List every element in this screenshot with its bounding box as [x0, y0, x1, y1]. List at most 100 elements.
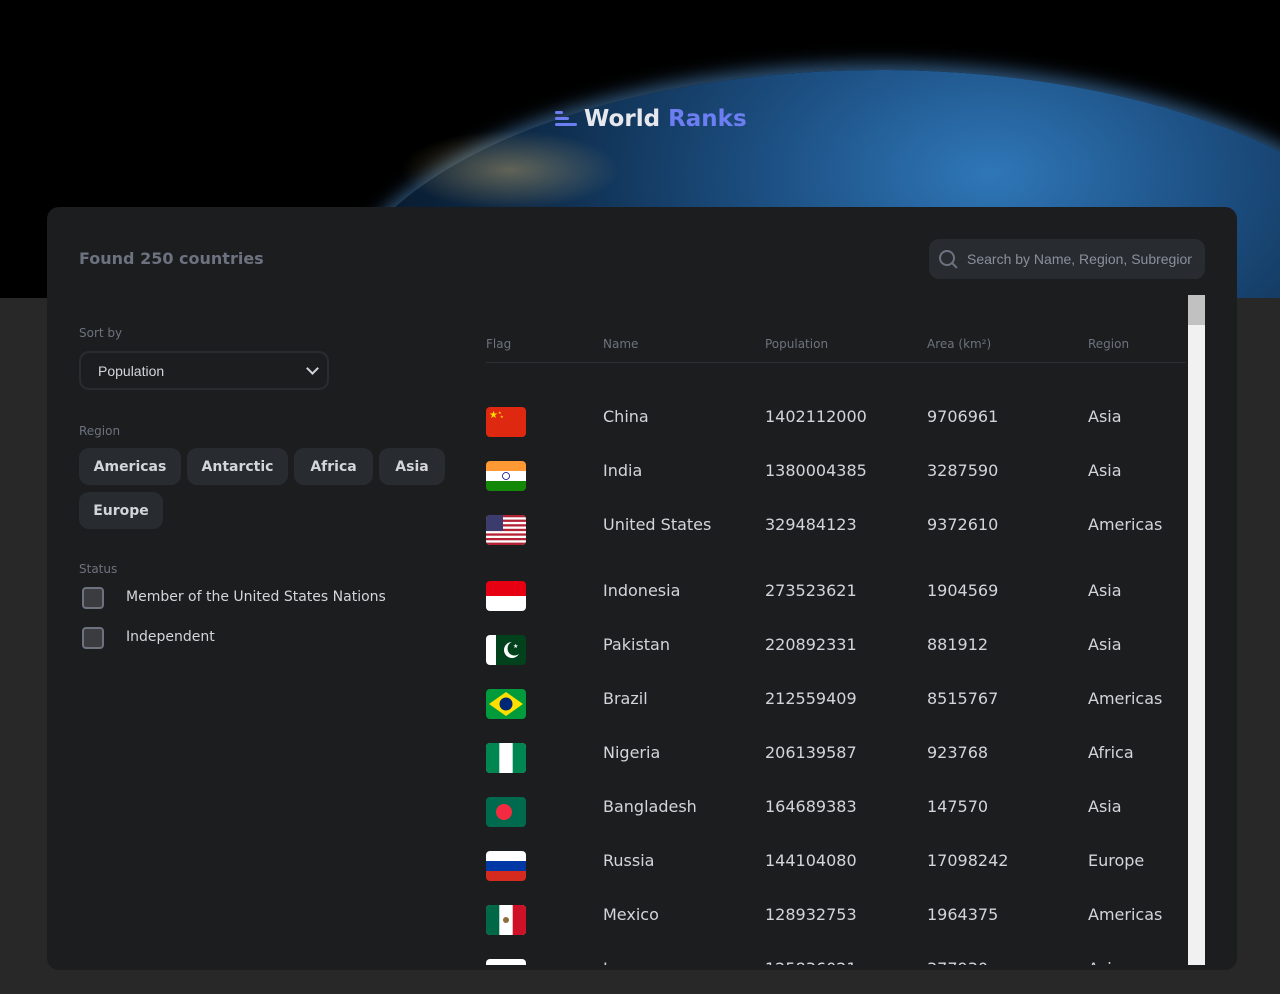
- logo-bars-icon: [555, 110, 577, 128]
- country-population: 144104080: [765, 851, 857, 870]
- svg-text:★: ★: [500, 414, 504, 419]
- table-row[interactable]: India 1380004385 3287590 Asia: [486, 459, 1186, 509]
- nigeria-flag-icon: [486, 743, 526, 773]
- country-name: Nigeria: [603, 743, 661, 762]
- indonesia-flag-icon: [486, 581, 526, 611]
- country-population: 125836021: [765, 957, 857, 965]
- country-area: 9706961: [927, 407, 999, 426]
- country-region: Europe: [1088, 851, 1145, 870]
- table-row[interactable]: Nigeria 206139587 923768 Africa: [486, 741, 1186, 791]
- table-row[interactable]: Bangladesh 164689383 147570 Asia: [486, 795, 1186, 845]
- country-region: Asia: [1088, 461, 1122, 480]
- country-name: Brazil: [603, 689, 648, 708]
- table-row[interactable]: ★ Pakistan 220892331 881912 Asia: [486, 633, 1186, 683]
- checkbox-un-member[interactable]: [82, 587, 104, 609]
- table-row[interactable]: ★ ★ ★ China 1402112000 9706961 Asia: [486, 405, 1186, 455]
- country-population: 220892331: [765, 635, 857, 654]
- country-region: Asia: [1088, 635, 1122, 654]
- app-title-part1: World: [584, 106, 661, 132]
- table-row[interactable]: Russia 144104080 17098242 Europe: [486, 849, 1186, 899]
- region-chip-europe[interactable]: Europe: [79, 492, 163, 529]
- country-name: United States: [603, 515, 712, 534]
- country-region: Africa: [1088, 743, 1134, 762]
- country-name: Indonesia: [603, 581, 681, 600]
- search-box[interactable]: [929, 239, 1205, 279]
- country-region: Asia: [1088, 581, 1122, 600]
- brazil-flag-icon: [486, 689, 526, 719]
- country-population: 128932753: [765, 905, 857, 924]
- country-name: Mexico: [603, 905, 659, 924]
- region-chip-americas[interactable]: Americas: [79, 448, 181, 485]
- bangladesh-flag-icon: [486, 797, 526, 827]
- status-label: Status: [79, 562, 118, 576]
- country-area: 923768: [927, 743, 989, 762]
- country-population: 212559409: [765, 689, 857, 708]
- sort-selected-value: Population: [98, 362, 165, 379]
- country-area: 17098242: [927, 851, 1009, 870]
- column-header-name[interactable]: Name: [603, 337, 638, 351]
- app-title-part2: Ranks: [668, 106, 747, 132]
- country-region: Asia: [1088, 797, 1122, 816]
- app-logo: World Ranks: [555, 106, 747, 132]
- column-header-flag[interactable]: Flag: [486, 337, 511, 351]
- search-icon: [939, 250, 958, 269]
- region-label: Region: [79, 424, 121, 438]
- country-population: 206139587: [765, 743, 857, 762]
- checkbox-independent-label: Independent: [126, 629, 215, 645]
- column-header-region[interactable]: Region: [1088, 337, 1129, 351]
- checkbox-un-member-label: Member of the United States Nations: [126, 589, 386, 605]
- russia-flag-icon: [486, 851, 526, 881]
- region-chip-africa[interactable]: Africa: [294, 448, 373, 485]
- country-area: 9372610: [927, 515, 999, 534]
- header-divider: [486, 362, 1186, 363]
- country-area: 881912: [927, 635, 989, 654]
- svg-text:★: ★: [513, 643, 518, 650]
- column-header-area[interactable]: Area (km²): [927, 337, 991, 351]
- app-title: World Ranks: [584, 106, 747, 132]
- countries-table: Flag Name Population Area (km²) Region ★…: [486, 295, 1186, 965]
- sort-select[interactable]: Population: [79, 351, 329, 390]
- region-chip-asia[interactable]: Asia: [379, 448, 445, 485]
- pakistan-flag-icon: ★: [486, 635, 526, 665]
- country-region: Asia: [1088, 957, 1122, 965]
- checkbox-independent[interactable]: [82, 627, 104, 649]
- japan-flag-icon: [486, 959, 526, 965]
- country-population: 164689383: [765, 797, 857, 816]
- country-population: 1380004385: [765, 461, 867, 480]
- country-area: 147570: [927, 797, 989, 816]
- country-region: Asia: [1088, 407, 1122, 426]
- table-row[interactable]: Indonesia 273523621 1904569 Asia: [486, 579, 1186, 629]
- table-scrollbar-thumb[interactable]: [1188, 295, 1205, 325]
- country-area: 377930: [927, 957, 988, 965]
- table-scrollbar[interactable]: [1188, 295, 1205, 965]
- table-row[interactable]: Brazil 212559409 8515767 Americas: [486, 687, 1186, 737]
- svg-text:★: ★: [489, 410, 498, 421]
- country-name: India: [603, 461, 643, 480]
- country-name: China: [603, 407, 649, 426]
- column-header-population[interactable]: Population: [765, 337, 828, 351]
- country-region: Americas: [1088, 905, 1163, 924]
- region-chip-antarctic[interactable]: Antarctic: [187, 448, 288, 485]
- table-row[interactable]: Japan 125836021 377930 Asia: [486, 957, 1186, 965]
- results-count: Found 250 countries: [79, 249, 264, 268]
- country-name: Bangladesh: [603, 797, 697, 816]
- city-lights: [400, 130, 620, 210]
- chevron-down-icon: [306, 362, 319, 375]
- country-name: Pakistan: [603, 635, 670, 654]
- country-population: 1402112000: [765, 407, 867, 426]
- table-row[interactable]: Mexico 128932753 1964375 Americas: [486, 903, 1186, 953]
- main-panel: Found 250 countries Sort by Population R…: [47, 207, 1237, 970]
- mexico-flag-icon: [486, 905, 526, 935]
- country-population: 329484123: [765, 515, 857, 534]
- country-population: 273523621: [765, 581, 857, 600]
- table-row[interactable]: United States 329484123 9372610 Americas: [486, 513, 1186, 563]
- country-area: 3287590: [927, 461, 999, 480]
- country-name: Japan: [603, 957, 723, 965]
- country-name: Russia: [603, 851, 655, 870]
- usa-flag-icon: [486, 515, 526, 545]
- country-area: 1904569: [927, 581, 999, 600]
- search-input[interactable]: [965, 250, 1194, 268]
- country-area: 1964375: [927, 905, 999, 924]
- country-region: Americas: [1088, 689, 1163, 708]
- china-flag-icon: ★ ★ ★: [486, 407, 526, 437]
